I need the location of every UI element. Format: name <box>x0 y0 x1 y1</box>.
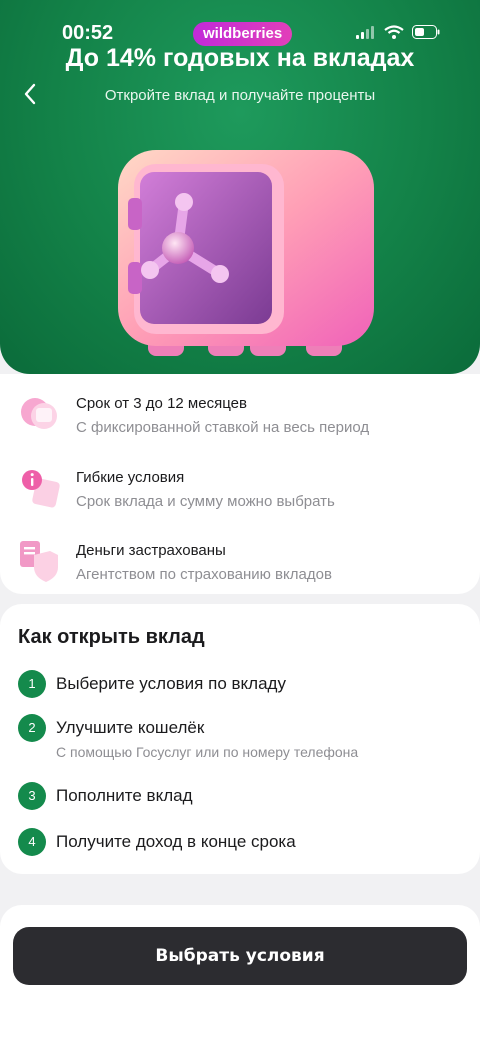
bottom-panel: Выбрать условия <box>0 905 480 1041</box>
step-subtext: С помощью Госуслуг или по номеру телефон… <box>56 744 359 760</box>
feature-item: Деньги застрахованы Агентством по страхо… <box>0 539 480 599</box>
feature-description: Агентством по страхованию вкладов <box>76 566 332 583</box>
step-number-badge: 2 <box>18 714 46 742</box>
feature-item: Гибкие условия Срок вклада и сумму можно… <box>0 466 480 526</box>
feature-title: Гибкие условия <box>76 469 185 486</box>
feature-title: Срок от 3 до 12 месяцев <box>76 395 247 412</box>
step-text: Получите доход в конце срока <box>56 832 296 851</box>
status-time: 00:52 <box>62 22 114 44</box>
hero-banner: 00:52 wildberries До 14% годовых на вкла… <box>0 0 480 374</box>
page-subtitle: Откройте вклад и получайте проценты <box>104 87 376 104</box>
choose-conditions-button[interactable]: Выбрать условия <box>13 927 467 985</box>
how-to-open-card: Как открыть вклад 1 Выберите условия по … <box>0 604 480 874</box>
signal-icon <box>356 26 374 39</box>
shield-icon <box>20 541 58 582</box>
step-text: Пополните вклад <box>56 786 193 805</box>
status-icons <box>356 25 440 39</box>
battery-icon <box>412 25 440 39</box>
step-number-badge: 4 <box>18 828 46 856</box>
page-title: До 14% годовых на вкладах <box>65 44 415 72</box>
step-text: Выберите условия по вкладу <box>56 674 286 693</box>
feature-item: Срок от 3 до 12 месяцев С фиксированной … <box>0 392 480 452</box>
step-number-badge: 3 <box>18 782 46 810</box>
step-number-badge: 1 <box>18 670 46 698</box>
calendar-icon <box>21 398 57 429</box>
feature-description: С фиксированной ставкой на весь период <box>76 419 370 436</box>
features-card: Срок от 3 до 12 месяцев С фиксированной … <box>0 374 480 594</box>
safe-illustration <box>110 140 380 370</box>
feature-title: Деньги застрахованы <box>76 542 226 559</box>
section-title: Как открыть вклад <box>18 626 205 648</box>
step-text: Улучшите кошелёк <box>56 718 205 737</box>
brand-badge: wildberries <box>193 22 293 46</box>
wifi-icon <box>384 25 404 39</box>
info-icon <box>22 470 60 508</box>
feature-description: Срок вклада и сумму можно выбрать <box>76 493 335 510</box>
